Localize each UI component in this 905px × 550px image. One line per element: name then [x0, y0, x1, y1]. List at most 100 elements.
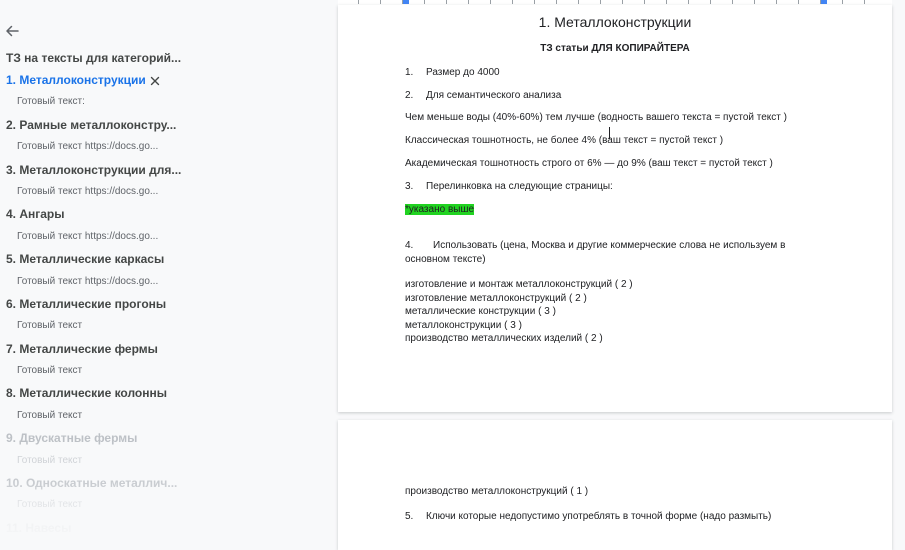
outline-heading-item[interactable]: 5. Металлические каркасы — [0, 248, 330, 270]
outline-heading-item[interactable]: 2. Рамные металлоконстру... — [0, 114, 330, 136]
list-number: 5. — [405, 511, 414, 522]
ruler-tick — [820, 0, 821, 4]
list-item-4: 4. Использовать (цена, Москва и другие ко… — [405, 239, 805, 266]
text-cursor — [609, 127, 610, 139]
document-outline-sidebar: ТЗ на тексты для категорий... 1. Металло… — [0, 0, 330, 536]
outline-item-label: 3. Металлоконструкции для... — [6, 162, 182, 177]
ruler-tick — [446, 0, 447, 4]
highlighted-text: *указано выше — [405, 204, 475, 215]
outline-item-label: Готовый текст https://docs.go... — [17, 141, 159, 153]
document-page-2[interactable]: производство металлоконструкций ( 1 ) 5.… — [338, 420, 892, 550]
keyword-line: металлоконструкции ( 3 ) — [405, 320, 522, 331]
outline-subitem[interactable]: Готовый текст — [0, 450, 330, 472]
academic-paragraph: Академическая тошнотность строго от 6% —… — [405, 158, 773, 169]
list-number: 3. — [405, 181, 414, 192]
ruler-tick — [842, 0, 843, 4]
outline-heading-item[interactable]: 9. Двускатные фермы — [0, 427, 330, 449]
outline-item-label: Готовый текст — [17, 454, 83, 466]
ruler-tick — [600, 0, 601, 4]
ruler-tick — [490, 0, 491, 4]
outline-subitem[interactable]: Готовый текст https://docs.go... — [0, 181, 330, 203]
outline-item-label: 2. Рамные металлоконстру... — [6, 117, 177, 132]
outline-heading-item[interactable]: 6. Металлические прогоны — [0, 293, 330, 315]
outline-subitem[interactable]: Готовый текст https://docs.go... — [0, 226, 330, 248]
list-text: Ключи которые недопустимо употреблять в … — [426, 511, 772, 522]
water-paragraph: Чем меньше воды (40%-60%) тем лучше (вод… — [405, 112, 787, 123]
ruler-indent-marker[interactable] — [403, 0, 409, 4]
ruler-tick — [732, 0, 733, 4]
ruler-tick — [358, 0, 359, 4]
ruler-tick — [776, 0, 777, 4]
ruler-tick — [864, 0, 865, 4]
ruler-tick — [512, 0, 513, 4]
close-icon[interactable] — [148, 73, 162, 87]
ruler-tick — [578, 0, 579, 4]
outline-document-title[interactable]: ТЗ на тексты для категорий... — [6, 51, 181, 65]
ruler-tick — [534, 0, 535, 4]
outline-subitem[interactable]: Готовый текст — [0, 360, 330, 382]
list-number: 4. — [405, 240, 414, 251]
outline-subitem[interactable]: Готовый текст — [0, 494, 330, 516]
document-subtitle: ТЗ статьи ДЛЯ КОПИРАЙТЕРА — [540, 43, 690, 54]
outline-item-label: 6. Металлические прогоны — [6, 296, 167, 311]
outline-item-label: Готовый текст https://docs.go... — [17, 185, 159, 197]
outline-subitem[interactable]: Готовый текст — [0, 405, 330, 427]
outline-item-label: 4. Ангары — [6, 207, 65, 222]
ruler-tick — [556, 0, 557, 4]
ruler-tick — [424, 0, 425, 4]
outline-item-label: 1. Металлоконструкции — [6, 73, 146, 87]
outline-subitem[interactable]: Готовый текст https://docs.go... — [0, 136, 330, 158]
list-number: 2. — [405, 90, 414, 101]
ruler-tick — [666, 0, 667, 4]
ruler-indent-marker-right[interactable] — [821, 0, 827, 4]
outline-item-label: 10. Односкатные металлич... — [6, 476, 178, 491]
ruler-tick — [688, 0, 689, 4]
keyword-line: изготовление металлоконструкций ( 2 ) — [405, 293, 587, 304]
list-text: Размер до 4000 — [426, 67, 500, 78]
ruler-tick — [622, 0, 623, 4]
outline-item-label: 11. Навесы — [6, 520, 72, 535]
outline-heading-item[interactable]: 8. Металлические колонны — [0, 382, 330, 404]
document-heading: 1. Металлоконструкции — [538, 14, 692, 30]
outline-item-label: Готовый текст — [17, 365, 83, 377]
outline-subitem[interactable]: Готовый текст: — [0, 91, 330, 113]
outline-item-label: Готовый текст https://docs.go... — [17, 275, 159, 287]
outline-heading-item[interactable]: 4. Ангары — [0, 203, 330, 225]
ruler-tick — [754, 0, 755, 4]
outline-heading-item[interactable]: 10. Односкатные металлич... — [0, 472, 330, 494]
ruler-tick — [798, 0, 799, 4]
ruler-tick — [710, 0, 711, 4]
document-page-1[interactable]: 1. Металлоконструкции ТЗ статьи ДЛЯ КОПИ… — [338, 5, 892, 412]
keyword-line: производство металлических изделий ( 2 ) — [405, 333, 603, 344]
outline-item-label: 7. Металлические фермы — [6, 341, 158, 356]
keyword-line: производство металлоконструкций ( 1 ) — [405, 486, 589, 497]
ruler-tick — [644, 0, 645, 4]
list-number: 1. — [405, 67, 414, 78]
list-item-3: 3. Перелинковка на следующие страницы: — [405, 181, 613, 192]
keyword-line: изготовление и монтаж металлоконструкций… — [405, 279, 633, 290]
outline-heading-item[interactable]: 3. Металлоконструкции для... — [0, 159, 330, 181]
outline-item-label: Готовый текст — [17, 499, 83, 511]
outline-item-label: Готовый текст: — [17, 96, 85, 108]
outline-item-label: Готовый текст — [17, 320, 83, 332]
back-arrow-icon[interactable] — [3, 22, 21, 40]
keyword-line: металлические конструкции ( 3 ) — [405, 306, 556, 317]
outline-item-label: 9. Двускатные фермы — [6, 431, 138, 446]
list-text: Перелинковка на следующие страницы: — [426, 181, 613, 192]
outline-list: 1. Металлоконструкции Готовый текст: 2. Ра… — [0, 69, 330, 539]
list-text: Использовать (цена, Москва и другие комм… — [405, 240, 786, 265]
list-item-5: 5. Ключи которые недопустимо употреблять … — [405, 511, 771, 522]
outline-subitem[interactable]: Готовый текст https://docs.go... — [0, 271, 330, 293]
outline-item-label: Готовый текст https://docs.go... — [17, 230, 159, 242]
outline-item-label: Готовый текст — [17, 409, 83, 421]
list-item-1: 1. Размер до 4000 — [405, 67, 500, 78]
ruler-tick — [468, 0, 469, 4]
outline-item-label: 5. Металлические каркасы — [6, 252, 165, 267]
ruler-tick — [380, 0, 381, 4]
list-text: Для семантического анализа — [426, 90, 562, 101]
ruler-tick — [402, 0, 403, 4]
outline-subitem[interactable]: Готовый текст — [0, 315, 330, 337]
outline-heading-item[interactable]: 1. Металлоконструкции — [0, 69, 330, 91]
outline-heading-item[interactable]: 7. Металлические фермы — [0, 338, 330, 360]
outline-item-label: 8. Металлические колонны — [6, 386, 167, 401]
